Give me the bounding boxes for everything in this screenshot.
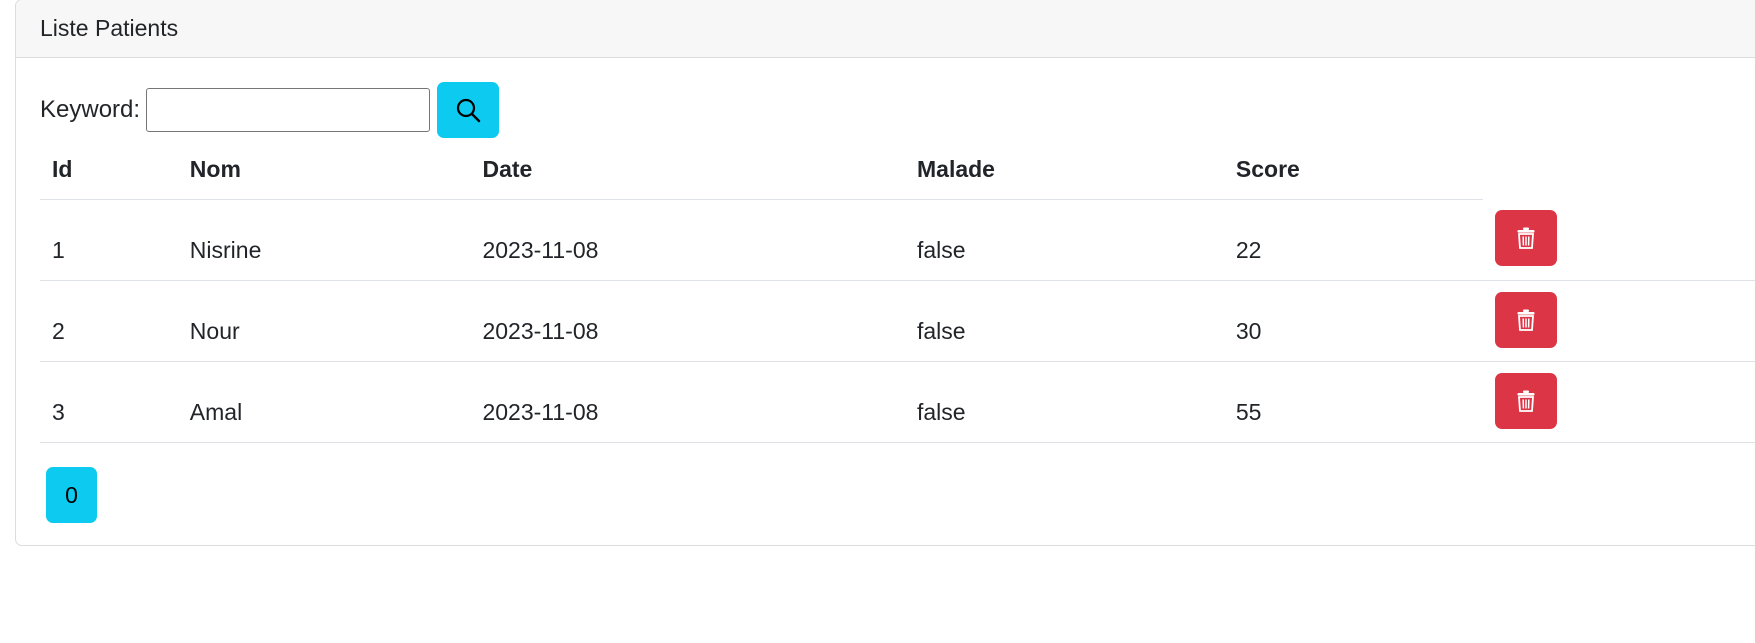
search-button[interactable] bbox=[437, 82, 500, 138]
column-header-malade: Malade bbox=[905, 140, 1224, 200]
cell-nom: Nisrine bbox=[177, 199, 471, 281]
cell-score: 30 bbox=[1223, 280, 1483, 362]
page-button-0[interactable]: 0 bbox=[46, 467, 97, 523]
cell-nom: Amal bbox=[177, 361, 471, 443]
search-icon bbox=[456, 98, 481, 123]
card-header: Liste Patients bbox=[16, 0, 1755, 58]
search-form: Keyword: bbox=[40, 82, 500, 138]
cell-actions bbox=[1482, 361, 1755, 443]
cell-id: 1 bbox=[40, 199, 178, 281]
cell-malade: false bbox=[905, 199, 1224, 281]
keyword-label: Keyword: bbox=[40, 96, 141, 123]
cell-malade: false bbox=[905, 361, 1224, 443]
cell-score: 22 bbox=[1223, 199, 1483, 281]
trash-icon bbox=[1517, 309, 1535, 331]
table-row: 2 Nour 2023-11-08 false 30 bbox=[40, 280, 1755, 362]
delete-button[interactable] bbox=[1494, 372, 1557, 429]
column-header-date: Date bbox=[470, 140, 905, 200]
delete-button[interactable] bbox=[1494, 210, 1557, 266]
cell-actions bbox=[1482, 199, 1755, 281]
cell-id: 3 bbox=[40, 361, 178, 443]
cell-malade: false bbox=[905, 280, 1224, 362]
cell-date: 2023-11-08 bbox=[470, 199, 905, 281]
column-header-actions bbox=[1483, 140, 1755, 199]
cell-date: 2023-11-08 bbox=[470, 361, 905, 443]
cell-nom: Nour bbox=[177, 280, 471, 362]
cell-date: 2023-11-08 bbox=[470, 280, 905, 362]
column-header-nom: Nom bbox=[177, 140, 471, 200]
patients-table: Id Nom Date Malade Score 1 Nisrine 2023-… bbox=[40, 140, 1755, 443]
keyword-input[interactable] bbox=[146, 88, 431, 132]
patients-card: Liste Patients Keyword: Id Nom Date Mala… bbox=[15, 0, 1755, 546]
trash-icon bbox=[1517, 390, 1535, 412]
delete-button[interactable] bbox=[1494, 291, 1557, 348]
table-row: 1 Nisrine 2023-11-08 false 22 bbox=[40, 199, 1755, 281]
cell-actions bbox=[1482, 280, 1755, 362]
trash-icon bbox=[1517, 227, 1535, 249]
column-header-id: Id bbox=[40, 140, 178, 200]
cell-score: 55 bbox=[1223, 361, 1483, 443]
column-header-score: Score bbox=[1223, 140, 1483, 200]
card-title: Liste Patients bbox=[40, 15, 179, 41]
cell-id: 2 bbox=[40, 280, 178, 362]
table-row: 3 Amal 2023-11-08 false 55 bbox=[40, 361, 1755, 443]
table-header-row: Id Nom Date Malade Score bbox=[40, 140, 1755, 200]
